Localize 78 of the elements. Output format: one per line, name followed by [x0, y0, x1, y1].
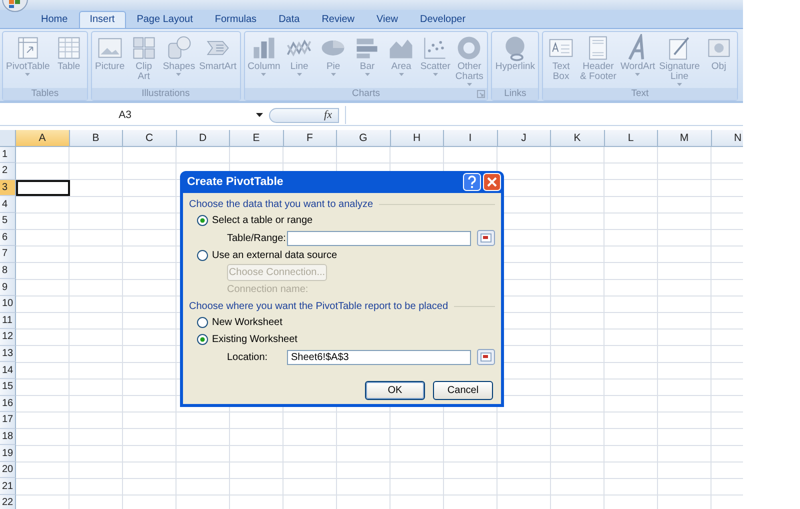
ribbon-tab[interactable]: Page Layout — [126, 11, 204, 28]
radio-option[interactable]: Existing Worksheet — [189, 331, 495, 348]
ribbon-tab[interactable]: Formulas — [204, 11, 268, 28]
column-header[interactable]: A — [16, 130, 70, 147]
group-label: Text — [631, 88, 649, 99]
ribbon-tab[interactable]: Home — [30, 11, 79, 28]
row-header[interactable]: 3 — [0, 180, 16, 196]
column-header[interactable]: C — [123, 130, 176, 147]
radio-button-icon[interactable] — [197, 215, 208, 226]
row-header[interactable]: 8 — [0, 262, 16, 280]
row-header[interactable]: 13 — [0, 346, 16, 362]
row-header[interactable]: 12 — [0, 329, 16, 346]
row-header[interactable]: 22 — [0, 495, 16, 509]
row-header[interactable]: 11 — [0, 312, 16, 330]
radio-option[interactable]: Select a table or range — [189, 212, 495, 229]
field-label: Connection name: — [227, 284, 308, 295]
row-header[interactable]: 16 — [0, 396, 16, 412]
column-header[interactable]: I — [444, 130, 498, 147]
dialog-title: Create PivotTable — [187, 176, 284, 188]
radio-label: Select a table or range — [212, 215, 313, 226]
row-header[interactable]: 1 — [0, 146, 16, 164]
row-header[interactable]: 14 — [0, 362, 16, 379]
input-field[interactable] — [287, 230, 471, 246]
row-header[interactable]: 18 — [0, 428, 16, 446]
group-label: Tables — [31, 88, 59, 99]
section-heading: Choose where you want the PivotTable report to be placed — [189, 300, 448, 312]
row-header[interactable]: 17 — [0, 412, 16, 429]
row-header[interactable]: 9 — [0, 279, 16, 296]
ribbon-tab[interactable]: Review — [310, 11, 366, 28]
column-header[interactable]: H — [390, 130, 444, 147]
group-label: Charts — [352, 88, 380, 99]
column-header[interactable]: G — [337, 130, 390, 147]
column-header[interactable]: F — [284, 130, 337, 147]
row-header[interactable]: 19 — [0, 445, 16, 462]
help-icon[interactable] — [463, 173, 481, 191]
input-field[interactable]: Sheet6!$A$3 — [287, 350, 471, 364]
radio-button-icon[interactable] — [197, 334, 208, 345]
row-header[interactable]: 20 — [0, 462, 16, 478]
close-icon[interactable] — [483, 173, 501, 191]
column-header[interactable]: E — [230, 130, 284, 147]
radio-option[interactable]: New Worksheet — [189, 314, 495, 331]
row-header[interactable]: 4 — [0, 196, 16, 213]
radio-label: Use an external data source — [212, 250, 338, 261]
dropdown-caret-icon[interactable] — [256, 113, 263, 117]
radio-button-icon[interactable] — [197, 250, 208, 261]
radio-option[interactable]: Use an external data source — [189, 247, 495, 264]
column-header[interactable]: K — [551, 130, 604, 147]
column-header[interactable]: B — [70, 130, 123, 147]
column-header[interactable]: N — [712, 130, 743, 147]
row-header[interactable]: 21 — [0, 478, 16, 496]
column-header[interactable]: D — [176, 130, 230, 147]
name-box[interactable]: A3 — [0, 109, 250, 121]
row-header[interactable]: 15 — [0, 378, 16, 396]
row-header[interactable]: 10 — [0, 296, 16, 313]
column-header[interactable]: J — [498, 130, 551, 147]
radio-label: New Worksheet — [212, 317, 282, 328]
column-header[interactable]: M — [658, 130, 712, 147]
dialog-button[interactable]: OK — [365, 381, 425, 400]
column-header[interactable]: L — [604, 130, 658, 147]
radio-button-icon[interactable] — [197, 317, 208, 328]
row-header[interactable]: 2 — [0, 163, 16, 180]
active-cell[interactable] — [16, 180, 70, 196]
row-header[interactable]: 7 — [0, 246, 16, 263]
insert-function-button[interactable]: fx — [324, 109, 332, 121]
section-heading: Choose the data that you want to analyze — [189, 198, 374, 210]
ribbon-tab[interactable]: Data — [268, 11, 311, 28]
ribbon-tab[interactable]: Developer — [408, 11, 477, 28]
range-picker-icon[interactable] — [477, 230, 495, 246]
field-label: Location: — [227, 352, 269, 362]
radio-label: Existing Worksheet — [212, 334, 298, 345]
dialog-button[interactable]: Cancel — [433, 381, 493, 400]
ribbon-tab[interactable]: Insert — [78, 11, 126, 28]
row-header[interactable]: 6 — [0, 230, 16, 246]
group-label: Illustrations — [142, 88, 190, 99]
group-label: Links — [504, 88, 526, 99]
row-header[interactable]: 5 — [0, 212, 16, 230]
ribbon-tab[interactable]: View — [365, 11, 409, 28]
range-picker-icon[interactable] — [477, 349, 495, 365]
